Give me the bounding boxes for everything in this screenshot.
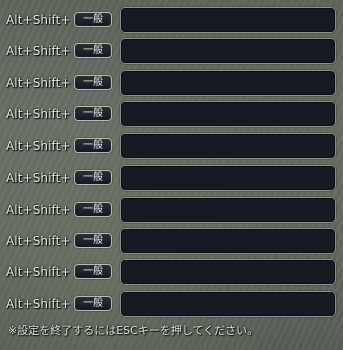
shortcut-prefix-label: Alt+Shift+ [6,139,71,153]
chat-mode-button[interactable]: 一般 [74,12,112,27]
shortcut-row-6: Alt+Shift+ 一般 [6,165,337,191]
shortcut-prefix-label: Alt+Shift+ [6,203,71,217]
chat-mode-button[interactable]: 一般 [74,202,112,217]
shortcut-row-5: Alt+Shift+ 一般 [6,133,337,159]
shortcut-text-field[interactable] [120,228,336,254]
shortcut-row-1: Alt+Shift+ 一般 [6,7,337,33]
chat-mode-button[interactable]: 一般 [74,264,112,279]
chat-mode-button[interactable]: 一般 [74,170,112,185]
shortcut-row-4: Alt+Shift+ 一般 [6,101,337,127]
chat-mode-button[interactable]: 一般 [74,75,112,90]
shortcut-prefix-label: Alt+Shift+ [6,44,71,58]
chat-mode-button[interactable]: 一般 [74,138,112,153]
shortcut-text-field[interactable] [120,133,336,159]
shortcut-row-9: Alt+Shift+ 一般 [6,259,337,285]
macro-settings-panel: Alt+Shift+ 一般 Alt+Shift+ 一般 Alt+Shift+ 一… [2,2,341,348]
shortcut-text-field[interactable] [120,38,336,64]
chat-mode-button[interactable]: 一般 [74,296,112,311]
chat-mode-button[interactable]: 一般 [74,106,112,121]
shortcut-row-10: Alt+Shift+ 一般 [6,291,337,317]
esc-instruction-note: ※設定を終了するにはESCキーを押してください。 [8,324,259,337]
shortcut-row-7: Alt+Shift+ 一般 [6,197,337,223]
shortcut-text-field[interactable] [120,259,336,285]
shortcut-prefix-label: Alt+Shift+ [6,297,71,311]
shortcut-prefix-label: Alt+Shift+ [6,265,71,279]
shortcut-text-field[interactable] [120,7,336,33]
shortcut-prefix-label: Alt+Shift+ [6,107,71,121]
shortcut-text-field[interactable] [120,197,336,223]
shortcut-prefix-label: Alt+Shift+ [6,76,71,90]
shortcut-prefix-label: Alt+Shift+ [6,13,71,27]
shortcut-prefix-label: Alt+Shift+ [6,234,71,248]
shortcut-text-field[interactable] [120,101,336,127]
shortcut-text-field[interactable] [120,291,336,317]
shortcut-row-3: Alt+Shift+ 一般 [6,70,337,96]
chat-mode-button[interactable]: 一般 [74,233,112,248]
shortcut-text-field[interactable] [120,165,336,191]
shortcut-text-field[interactable] [120,70,336,96]
shortcut-row-2: Alt+Shift+ 一般 [6,38,337,64]
shortcut-row-8: Alt+Shift+ 一般 [6,228,337,254]
shortcut-prefix-label: Alt+Shift+ [6,171,71,185]
chat-mode-button[interactable]: 一般 [74,43,112,58]
